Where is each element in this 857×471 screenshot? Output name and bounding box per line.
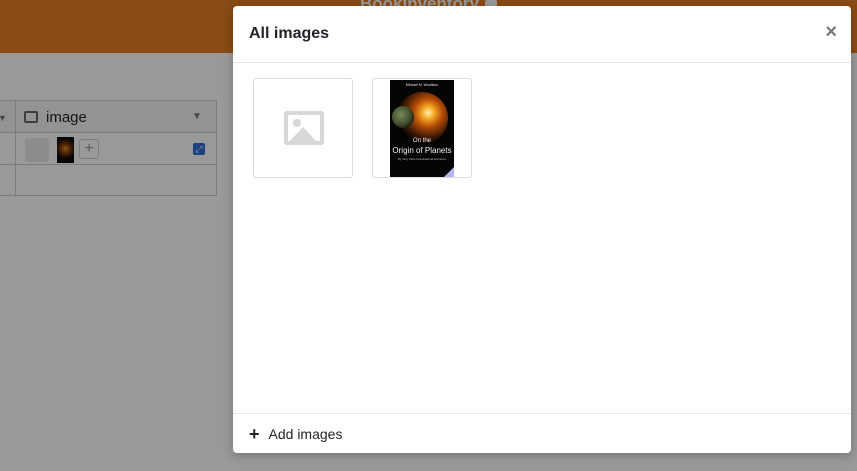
image-placeholder-icon (284, 111, 324, 145)
modal-footer: + Add images (233, 413, 851, 453)
image-tile-placeholder[interactable] (253, 78, 353, 178)
cover-author: Michael M. Woolfson (405, 83, 439, 87)
add-images-button[interactable]: + Add images (249, 424, 343, 444)
placeholder-mountain-shape (290, 127, 316, 141)
cover-moon-graphic (392, 106, 414, 128)
cover-title-line1: On the (412, 138, 431, 144)
modal-title: All images (249, 25, 330, 42)
all-images-modal: All images × Michael M. Woolfson On the … (233, 6, 851, 453)
image-tile-book-cover[interactable]: Michael M. Woolfson On the Origin of Pla… (372, 78, 472, 178)
placeholder-sun-shape (293, 119, 301, 127)
cover-title-line2: Origin of Planets (392, 146, 452, 155)
page-curl-icon (444, 167, 454, 177)
book-cover-image: Michael M. Woolfson On the Origin of Pla… (390, 80, 454, 177)
close-icon[interactable]: × (825, 22, 837, 42)
modal-body: Michael M. Woolfson On the Origin of Pla… (233, 63, 851, 413)
add-images-label: Add images (268, 426, 343, 442)
plus-icon: + (249, 424, 260, 444)
cover-subtitle: By Very Slow Gravitational Accretion (397, 157, 447, 161)
modal-header: All images × (233, 6, 851, 63)
